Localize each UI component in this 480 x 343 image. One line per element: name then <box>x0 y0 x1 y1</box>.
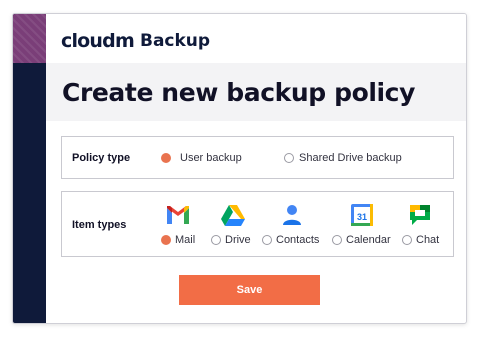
app-header: cloudm Backup <box>46 14 466 63</box>
cloudm-logo[interactable]: cloudm <box>61 30 135 52</box>
radio-button[interactable] <box>284 153 294 163</box>
item-label: Drive <box>225 234 251 246</box>
item-label: Contacts <box>276 234 320 246</box>
google-chat-icon <box>410 205 430 225</box>
item-label: Mail <box>175 234 196 246</box>
item-types-label: Item types <box>72 219 127 231</box>
calendar-icon: 31 <box>351 204 373 226</box>
item-label: Calendar <box>346 234 391 246</box>
contacts-icon <box>283 205 301 225</box>
gmail-icon <box>167 206 189 224</box>
sidebar-rail-header <box>13 14 46 63</box>
radio-button[interactable] <box>211 235 221 245</box>
app-title: Backup <box>140 31 211 51</box>
sidebar-rail <box>13 14 46 323</box>
radio-button[interactable] <box>161 235 171 245</box>
page-title: Create new backup policy <box>62 78 415 107</box>
radio-label: Shared Drive backup <box>299 152 402 164</box>
policy-type-label: Policy type <box>72 152 131 164</box>
radio-button[interactable] <box>402 235 412 245</box>
radio-button[interactable] <box>161 153 171 163</box>
radio-button[interactable] <box>332 235 342 245</box>
item-label: Chat <box>416 234 440 246</box>
app-window: cloudm Backup Create new backup policy P… <box>12 13 467 324</box>
policy-type-card: Policy type User backup Shared Drive bac… <box>61 136 454 179</box>
radio-label: User backup <box>180 152 242 164</box>
item-types-card: Item types 31 Mail Drive Contacts Calend… <box>61 191 454 257</box>
calendar-icon-day: 31 <box>357 212 367 222</box>
radio-button[interactable] <box>262 235 272 245</box>
save-button[interactable]: Save <box>179 275 320 305</box>
page-header: Create new backup policy <box>46 63 466 121</box>
google-drive-icon <box>221 205 245 226</box>
